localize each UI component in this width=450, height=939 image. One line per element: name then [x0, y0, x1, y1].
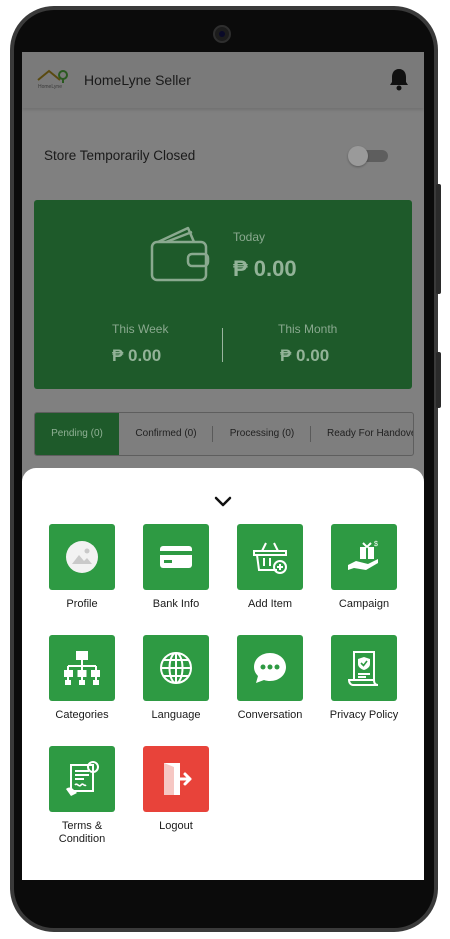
this-week-label: This Week: [112, 322, 169, 336]
notification-bell-icon[interactable]: [388, 67, 410, 91]
menu-item-add-item[interactable]: Add Item: [224, 524, 316, 611]
menu-item-profile[interactable]: Profile: [36, 524, 128, 611]
logout-tile: [143, 746, 209, 812]
app-bar: HomeLyne HomeLyne Seller: [22, 52, 424, 108]
menu-label-logout: Logout: [159, 820, 193, 832]
this-week-amount: ₱ 0.00: [112, 346, 162, 365]
tab-confirmed[interactable]: Confirmed (0): [121, 413, 211, 455]
chevron-down-icon[interactable]: [214, 496, 232, 508]
add-item-basket-icon: [253, 542, 287, 574]
earnings-divider: [222, 328, 223, 362]
menu-item-categories[interactable]: Categories: [36, 635, 128, 722]
menu-label-categories: Categories: [55, 709, 109, 721]
menu-label-terms-condition: Terms & Condition: [58, 820, 106, 845]
menu-label-conversation: Conversation: [237, 709, 303, 721]
tab-pending[interactable]: Pending (0): [35, 413, 119, 455]
wallet-icon: [150, 226, 210, 282]
menu-label-add-item: Add Item: [247, 598, 293, 610]
menu-label-bank-info: Bank Info: [152, 598, 200, 610]
categories-tile: [49, 635, 115, 701]
menu-label-campaign: Campaign: [338, 598, 390, 610]
menu-item-conversation[interactable]: Conversation: [224, 635, 316, 722]
logo-text: HomeLyne: [38, 84, 62, 90]
bank-card-icon: [160, 546, 192, 568]
categories-icon: [64, 651, 100, 685]
app-screen: HomeLyne HomeLyne Seller Store Temporari…: [22, 52, 424, 880]
app-title: HomeLyne Seller: [84, 72, 191, 88]
today-amount: ₱ 0.00: [233, 256, 297, 281]
menu-label-language: Language: [151, 709, 201, 721]
tab-ready-for-handover[interactable]: Ready For Handover: [315, 413, 413, 455]
power-button: [436, 352, 441, 408]
front-camera: [213, 25, 231, 43]
conversation-tile: [237, 635, 303, 701]
store-closed-label: Store Temporarily Closed: [44, 148, 196, 163]
privacy-policy-icon: [347, 651, 379, 686]
menu-bottom-sheet: Profile Bank Info Add Item $ Campaign Ca…: [22, 468, 424, 880]
tab-separator: [212, 426, 213, 442]
order-status-tabs: Pending (0) Confirmed (0) Processing (0)…: [34, 412, 414, 456]
svg-text:$: $: [374, 541, 378, 548]
menu-label-privacy-policy: Privacy Policy: [329, 709, 399, 721]
volume-button: [436, 184, 441, 294]
profile-icon: [66, 541, 98, 573]
menu-item-campaign[interactable]: $ Campaign: [318, 524, 410, 611]
campaign-icon: $: [348, 541, 378, 570]
this-month-label: This Month: [278, 322, 338, 336]
terms-tile: [49, 746, 115, 812]
globe-icon: [160, 652, 192, 684]
this-month-amount: ₱ 0.00: [280, 346, 330, 365]
earnings-card: Today ₱ 0.00 This Week ₱ 0.00 This Month…: [34, 200, 412, 389]
today-label: Today: [233, 230, 266, 244]
language-tile: [143, 635, 209, 701]
privacy-policy-tile: [331, 635, 397, 701]
store-closed-row: Store Temporarily Closed: [22, 132, 424, 180]
menu-item-language[interactable]: Language: [130, 635, 222, 722]
campaign-tile: $: [331, 524, 397, 590]
homelyne-logo-icon: HomeLyne: [37, 69, 68, 90]
profile-tile: [49, 524, 115, 590]
store-closed-toggle[interactable]: [348, 146, 388, 166]
menu-item-privacy-policy[interactable]: Privacy Policy: [318, 635, 410, 722]
tab-separator: [310, 426, 311, 442]
menu-item-logout[interactable]: Logout: [130, 746, 222, 833]
menu-label-profile: Profile: [66, 598, 98, 610]
terms-icon: [66, 761, 99, 796]
menu-item-terms-condition[interactable]: Terms & Condition: [36, 746, 128, 846]
logout-icon: [164, 763, 192, 795]
menu-item-bank-info[interactable]: Bank Info: [130, 524, 222, 611]
toggle-thumb: [348, 146, 368, 166]
add-item-tile: [237, 524, 303, 590]
tab-processing[interactable]: Processing (0): [215, 413, 309, 455]
chat-icon: [254, 653, 286, 683]
bank-info-tile: [143, 524, 209, 590]
